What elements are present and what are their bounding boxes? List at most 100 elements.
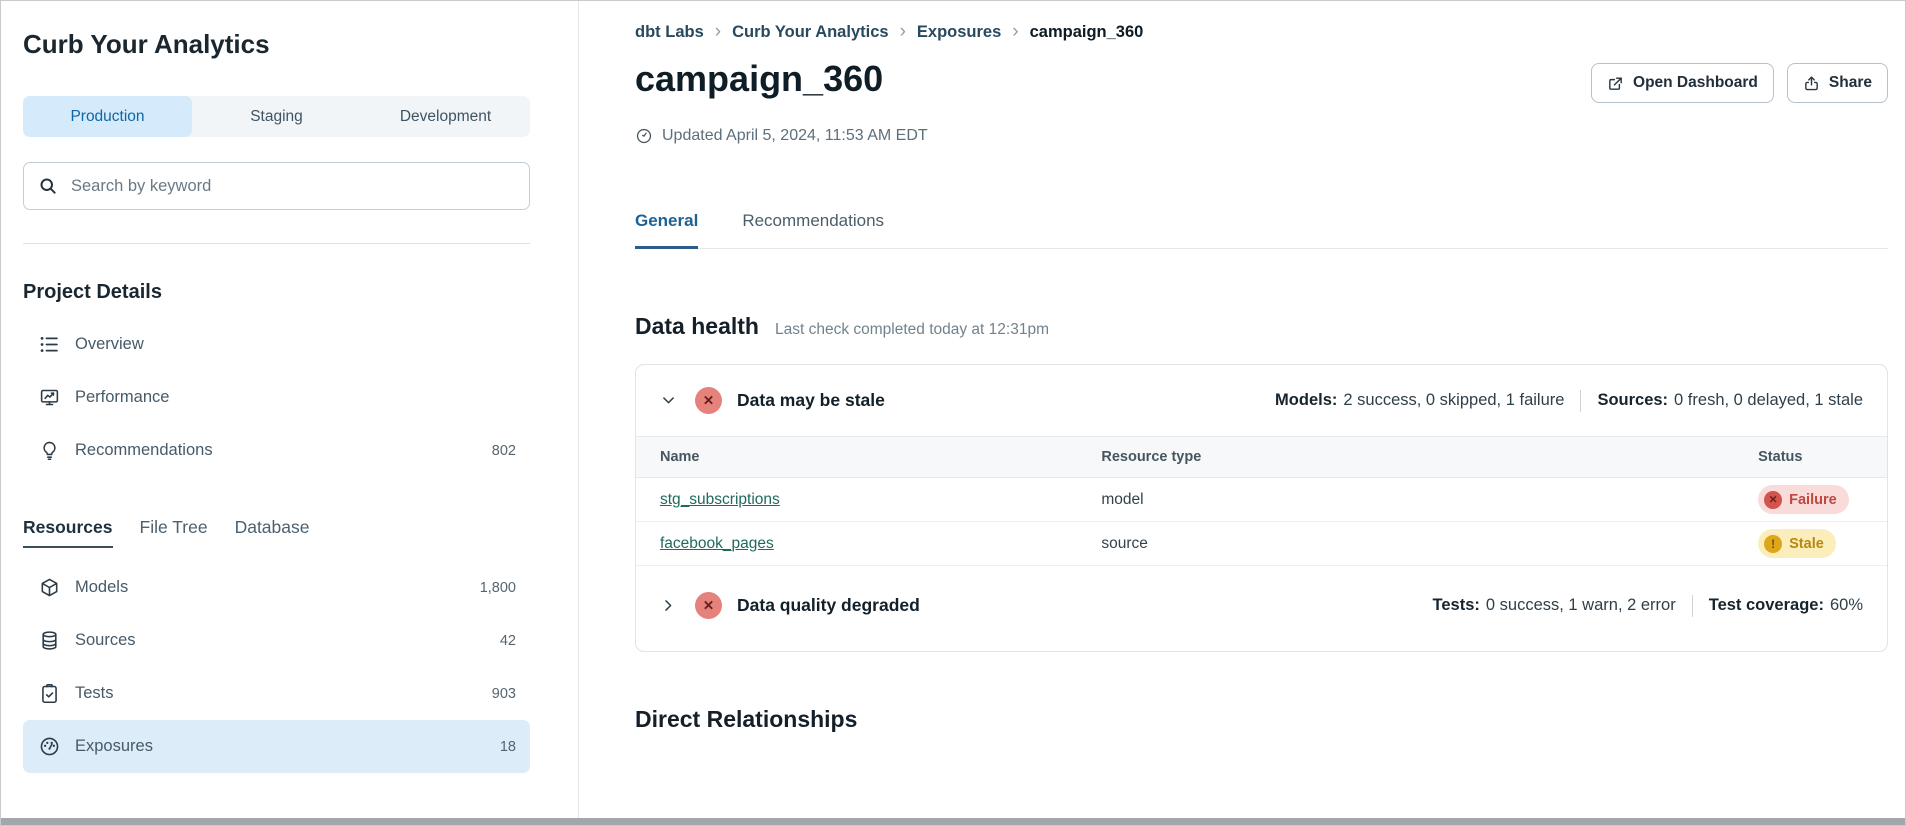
resource-link-stg-subscriptions[interactable]: stg_subscriptions [660, 491, 780, 508]
title-row: campaign_360 Open Dashboard Share [635, 58, 1888, 103]
sidebar-item-label: Performance [75, 388, 169, 407]
x-circle-icon [1764, 491, 1782, 509]
exclamation-circle-icon [1764, 535, 1782, 553]
resource-type-cell: model [1101, 491, 1758, 509]
status-badge-failure: Failure [1758, 485, 1849, 514]
open-dashboard-label: Open Dashboard [1633, 74, 1758, 92]
sidebar-item-count: 1,800 [480, 580, 516, 596]
sidebar-item-label: Sources [75, 631, 136, 650]
external-link-icon [1607, 75, 1624, 92]
table-header: Name Resource type Status [636, 436, 1887, 478]
environment-tabs: Production Staging Development [23, 96, 530, 137]
stat-divider [1580, 390, 1581, 412]
sidebar-item-tests[interactable]: Tests 903 [23, 667, 530, 720]
test-coverage-stat: Test coverage:60% [1709, 596, 1863, 615]
monitor-chart-icon [39, 387, 60, 408]
column-header-resource-type: Resource type [1101, 449, 1758, 465]
lightbulb-icon [39, 440, 60, 461]
chevron-right-icon [1012, 21, 1018, 43]
tab-recommendations[interactable]: Recommendations [742, 211, 884, 249]
page-title: campaign_360 [635, 58, 883, 100]
updated-text: Updated April 5, 2024, 11:53 AM EDT [662, 127, 928, 145]
sidebar-item-count: 42 [500, 633, 516, 649]
search-icon [38, 176, 58, 196]
direct-relationships-title: Direct Relationships [635, 706, 1888, 733]
sidebar-item-count: 18 [500, 739, 516, 755]
cube-icon [39, 577, 60, 598]
sidebar-item-recommendations[interactable]: Recommendations 802 [23, 424, 530, 477]
env-tab-production[interactable]: Production [23, 96, 192, 137]
clipboard-check-icon [39, 683, 60, 704]
tab-database[interactable]: Database [235, 517, 310, 548]
chevron-right-icon [715, 21, 721, 43]
breadcrumb: dbt Labs Curb Your Analytics Exposures c… [635, 21, 1888, 43]
sidebar-item-label: Recommendations [75, 441, 213, 460]
sidebar-item-exposures[interactable]: Exposures 18 [23, 720, 530, 773]
gauge-icon [39, 736, 60, 757]
breadcrumb-exposures[interactable]: Exposures [917, 23, 1001, 42]
sources-stat: Sources:0 fresh, 0 delayed, 1 stale [1597, 391, 1863, 410]
search-box[interactable] [23, 162, 530, 210]
status-badge-stale: Stale [1758, 529, 1836, 558]
resource-link-facebook-pages[interactable]: facebook_pages [660, 535, 774, 552]
resource-type-cell: source [1101, 535, 1758, 553]
breadcrumb-dbt-labs[interactable]: dbt Labs [635, 23, 704, 42]
column-header-status: Status [1758, 449, 1887, 465]
main-content: dbt Labs Curb Your Analytics Exposures c… [579, 1, 1905, 825]
sidebar-item-label: Tests [75, 684, 114, 703]
window-bottom-edge [1, 818, 1905, 825]
sidebar-divider [23, 243, 530, 244]
sidebar-item-label: Models [75, 578, 128, 597]
chevron-right-icon [900, 21, 906, 43]
project-details-nav: Overview Performance Recommendations 802 [23, 318, 530, 477]
data-health-header: Data health Last check completed today a… [635, 313, 1888, 340]
table-row: stg_subscriptions model Failure [636, 478, 1887, 522]
open-dashboard-button[interactable]: Open Dashboard [1591, 63, 1774, 103]
quality-group-title: Data quality degraded [737, 595, 920, 616]
env-tab-development[interactable]: Development [361, 96, 530, 137]
error-circle-icon [695, 592, 722, 619]
sidebar-item-overview[interactable]: Overview [23, 318, 530, 371]
sidebar-item-label: Exposures [75, 737, 153, 756]
resource-tabs: Resources File Tree Database [23, 517, 530, 548]
sidebar-item-performance[interactable]: Performance [23, 371, 530, 424]
list-icon [39, 334, 60, 355]
tests-stat: Tests:0 success, 1 warn, 2 error [1433, 596, 1676, 615]
env-tab-staging[interactable]: Staging [192, 96, 361, 137]
clock-icon [635, 127, 653, 145]
table-row: facebook_pages source Stale [636, 522, 1887, 566]
column-header-name: Name [636, 449, 1101, 465]
data-health-card: Data may be stale Models:2 success, 0 sk… [635, 364, 1888, 652]
stale-group-stats: Models:2 success, 0 skipped, 1 failure S… [1275, 390, 1863, 412]
quality-group-row[interactable]: Data quality degraded Tests:0 success, 1… [636, 566, 1887, 651]
sidebar-item-count: 802 [492, 443, 516, 459]
tab-resources[interactable]: Resources [23, 517, 113, 548]
sidebar-project-title: Curb Your Analytics [23, 29, 530, 60]
project-details-heading: Project Details [23, 281, 530, 304]
updated-timestamp: Updated April 5, 2024, 11:53 AM EDT [635, 127, 1888, 145]
share-label: Share [1829, 74, 1872, 92]
tab-general[interactable]: General [635, 211, 698, 249]
quality-group-stats: Tests:0 success, 1 warn, 2 error Test co… [1433, 595, 1863, 617]
share-button[interactable]: Share [1787, 63, 1888, 103]
status-badge-label: Failure [1789, 492, 1837, 508]
data-health-title: Data health [635, 313, 759, 340]
error-circle-icon [695, 387, 722, 414]
sidebar-item-models[interactable]: Models 1,800 [23, 561, 530, 614]
breadcrumb-project[interactable]: Curb Your Analytics [732, 23, 888, 42]
database-icon [39, 630, 60, 651]
stale-group-row[interactable]: Data may be stale Models:2 success, 0 sk… [636, 365, 1887, 436]
chevron-down-icon[interactable] [660, 392, 677, 409]
sidebar-item-sources[interactable]: Sources 42 [23, 614, 530, 667]
stat-divider [1692, 595, 1693, 617]
stale-group-title: Data may be stale [737, 390, 885, 411]
models-stat: Models:2 success, 0 skipped, 1 failure [1275, 391, 1564, 410]
sidebar: Curb Your Analytics Production Staging D… [1, 1, 579, 825]
tab-file-tree[interactable]: File Tree [140, 517, 208, 548]
page-actions: Open Dashboard Share [1591, 63, 1888, 103]
breadcrumb-current: campaign_360 [1030, 23, 1144, 42]
search-input[interactable] [69, 176, 515, 197]
app-window: Curb Your Analytics Production Staging D… [0, 0, 1906, 826]
chevron-right-icon[interactable] [660, 597, 677, 614]
resources-nav: Models 1,800 Sources 42 Tests 903 [23, 561, 530, 773]
